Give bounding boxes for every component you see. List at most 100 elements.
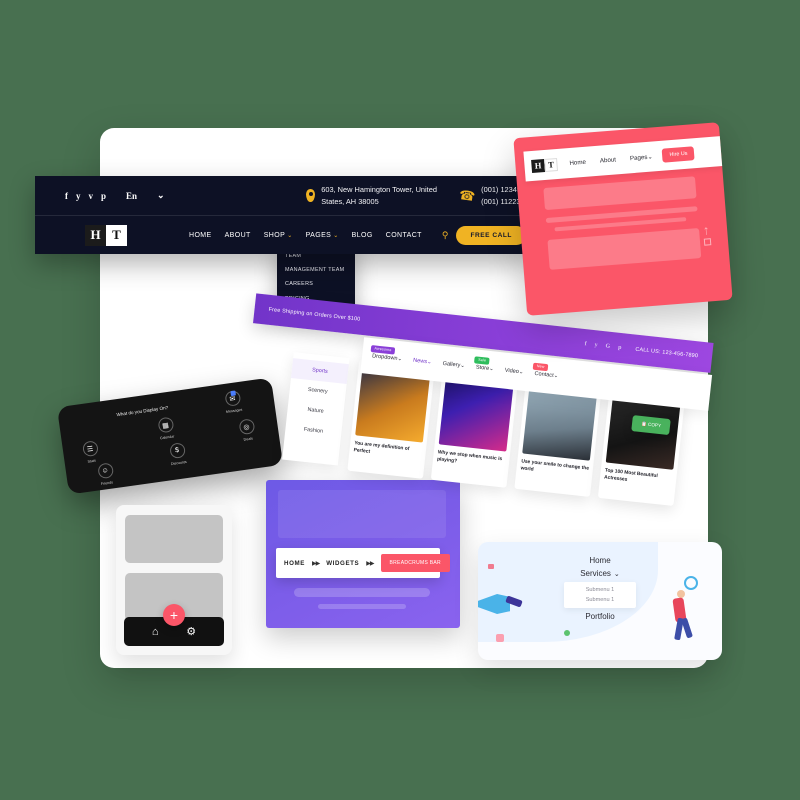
item-label: Friends xyxy=(100,480,114,487)
pinterest-icon[interactable]: p xyxy=(101,191,106,201)
nav-label: Contact xyxy=(534,370,554,379)
nav-item-about[interactable]: ABOUT xyxy=(225,232,251,239)
scroll-to-top-icon[interactable]: ↑ xyxy=(699,222,715,250)
pinterest-icon[interactable]: p xyxy=(618,345,622,351)
nav-label: Store xyxy=(475,364,490,372)
nav-item-about[interactable]: About xyxy=(600,156,617,164)
twitter-icon[interactable]: y xyxy=(76,191,81,201)
chevron-down-icon: ⌄ xyxy=(426,359,432,366)
chevron-down-icon: ⌄ xyxy=(647,152,653,161)
facebook-icon[interactable]: f xyxy=(584,341,587,347)
address-block: 603, New Hamington Tower, United States,… xyxy=(306,184,437,207)
hero-placeholder xyxy=(278,490,446,538)
search-icon[interactable]: ⚲ xyxy=(442,230,449,241)
decorative-dot xyxy=(496,634,504,642)
post-title: Why we stop when music is playing? xyxy=(436,450,503,465)
nav-item-news[interactable]: News⌄ xyxy=(413,358,432,366)
mobile-app-mockup: ⌂ ⚙ + xyxy=(116,505,232,655)
post-title: You are my definition of Perfect xyxy=(353,441,410,456)
nav-item-pages[interactable]: PAGES ⌄ xyxy=(306,232,339,239)
nav-label: News xyxy=(412,357,428,366)
friends-icon: ☺ xyxy=(96,462,114,480)
nav-item-home[interactable]: HOME xyxy=(189,232,212,239)
brand-logo[interactable]: H T xyxy=(85,224,127,246)
app-item-discounts[interactable]: $ Discounts xyxy=(159,441,196,468)
submenu-panel: Submenu 1 Submenu 1 xyxy=(564,582,636,608)
decorative-dot xyxy=(564,630,570,636)
post-title: Top 100 Most Beautiful Actresses xyxy=(603,468,658,483)
chevron-down-icon: ⌄ xyxy=(518,369,524,376)
badge-new: New xyxy=(532,362,549,371)
nav-item-video[interactable]: Video⌄ xyxy=(504,368,523,376)
discounts-icon: $ xyxy=(168,442,186,460)
nav-item-contact[interactable]: New Contact⌄ xyxy=(532,362,559,380)
language-selector[interactable]: En xyxy=(126,191,137,201)
breadcrumb-item-home[interactable]: HOME xyxy=(284,560,305,567)
nav-label: Dropdown xyxy=(371,353,398,362)
phone-line-2: (001) 11223 xyxy=(481,196,521,206)
app-item-friends[interactable]: ☺ Friends xyxy=(87,461,124,488)
location-pin-icon xyxy=(306,189,316,202)
arrow-up-glyph: ↑ xyxy=(702,222,710,238)
app-item-deals[interactable]: ◎ Deals xyxy=(229,417,266,444)
breadcrumb-separator-icon: ▶▶ xyxy=(311,560,320,567)
submenu-item[interactable]: Submenu 1 xyxy=(564,595,636,605)
logo-letter-t: T xyxy=(106,224,127,246)
pink-theme-card: H T Home About Pages⌄ Hire Us ↑ xyxy=(513,122,733,316)
app-item-messages[interactable]: ✉ Messages xyxy=(215,389,252,416)
dark-header-topbar: f y v p En ⌄ 603, New Hamington Tower, U… xyxy=(35,176,535,216)
phone-block: ☎ (001) 12345 (001) 11223 xyxy=(458,184,521,207)
google-icon[interactable]: G xyxy=(605,343,610,349)
settings-gear-icon[interactable]: ⚙ xyxy=(186,625,196,638)
nav-label: Pages xyxy=(629,153,648,162)
nav-item-home[interactable]: Home xyxy=(569,158,586,166)
nav-item-contact[interactable]: CONTACT xyxy=(386,232,422,239)
chevron-down-icon: ⌄ xyxy=(488,365,495,373)
content-placeholder xyxy=(125,515,223,563)
post-title: Use your smile to change the world xyxy=(520,459,590,473)
placeholder-block xyxy=(547,228,702,270)
chevron-down-icon: ⌄ xyxy=(333,232,339,239)
nav-item-pages[interactable]: Pages⌄ xyxy=(630,153,653,162)
app-item-stats[interactable]: ☰ Stats xyxy=(72,439,109,466)
twitter-icon[interactable]: y xyxy=(594,342,598,348)
hire-us-button[interactable]: Hire Us xyxy=(662,146,696,163)
header-actions: ⚲ FREE CALL xyxy=(442,225,526,245)
call-us-text: CALL US: 123-456-7890 xyxy=(635,346,699,360)
menu-item-services[interactable]: Services ⌄ xyxy=(478,569,722,578)
dropdown-item-management-team[interactable]: MANAGEMENT TEAM xyxy=(285,263,347,277)
menu-label: Services xyxy=(580,569,611,578)
nav-item-dropdown[interactable]: Awesome Dropdown⌄ xyxy=(370,345,403,363)
breadcrumb-item-widgets[interactable]: WIDGETS xyxy=(326,560,359,567)
item-label: Calendar xyxy=(159,434,175,441)
brand-logo[interactable]: H T xyxy=(531,157,558,173)
menu-list: Home Services ⌄ Submenu 1 Submenu 1 Portf… xyxy=(478,552,722,625)
free-shipping-text: Free Shipping on Orders Over $100 xyxy=(268,306,361,323)
chevron-down-icon: ⌄ xyxy=(613,571,620,578)
vimeo-icon[interactable]: v xyxy=(89,191,94,201)
menu-item-home[interactable]: Home xyxy=(478,556,722,565)
breadcrumb-separator-icon: ▶▶ xyxy=(366,560,374,567)
menu-mockup-card: Home Services ⌄ Submenu 1 Submenu 1 Portf… xyxy=(478,542,722,660)
social-links[interactable]: f y v p En ⌄ xyxy=(65,190,165,201)
nav-item-store[interactable]: Sale Store⌄ xyxy=(474,356,495,373)
dark-header-mainbar: H T HOME ABOUT SHOP ⌄ PAGES ⌄ BLOG CONTACT… xyxy=(35,216,535,254)
menu-item-portfolio[interactable]: Portfolio xyxy=(478,612,722,621)
nav-label: BLOG xyxy=(351,231,373,239)
facebook-icon[interactable]: f xyxy=(65,191,68,201)
submenu-item[interactable]: Submenu 1 xyxy=(564,585,636,595)
chevron-down-icon: ⌄ xyxy=(397,355,403,363)
nav-item-shop[interactable]: SHOP ⌄ xyxy=(264,232,293,239)
home-icon[interactable]: ⌂ xyxy=(152,626,159,638)
chevron-down-icon: ⌄ xyxy=(553,372,559,380)
notification-dot xyxy=(229,390,236,397)
free-call-button[interactable]: FREE CALL xyxy=(456,225,526,245)
arrow-base-square xyxy=(703,238,711,246)
add-fab-button[interactable]: + xyxy=(163,604,185,626)
app-item-calendar[interactable]: ▦ Calendar xyxy=(148,415,185,442)
nav-label: SHOP xyxy=(263,231,286,239)
nav-item-gallery[interactable]: Gallery⌄ xyxy=(442,361,465,369)
chevron-down-icon: ⌄ xyxy=(157,190,165,200)
breadcrumb-mockup-card: HOME ▶▶ WIDGETS ▶▶ BREADCRUMS BAR xyxy=(266,480,460,628)
nav-item-blog[interactable]: BLOG xyxy=(352,232,373,239)
